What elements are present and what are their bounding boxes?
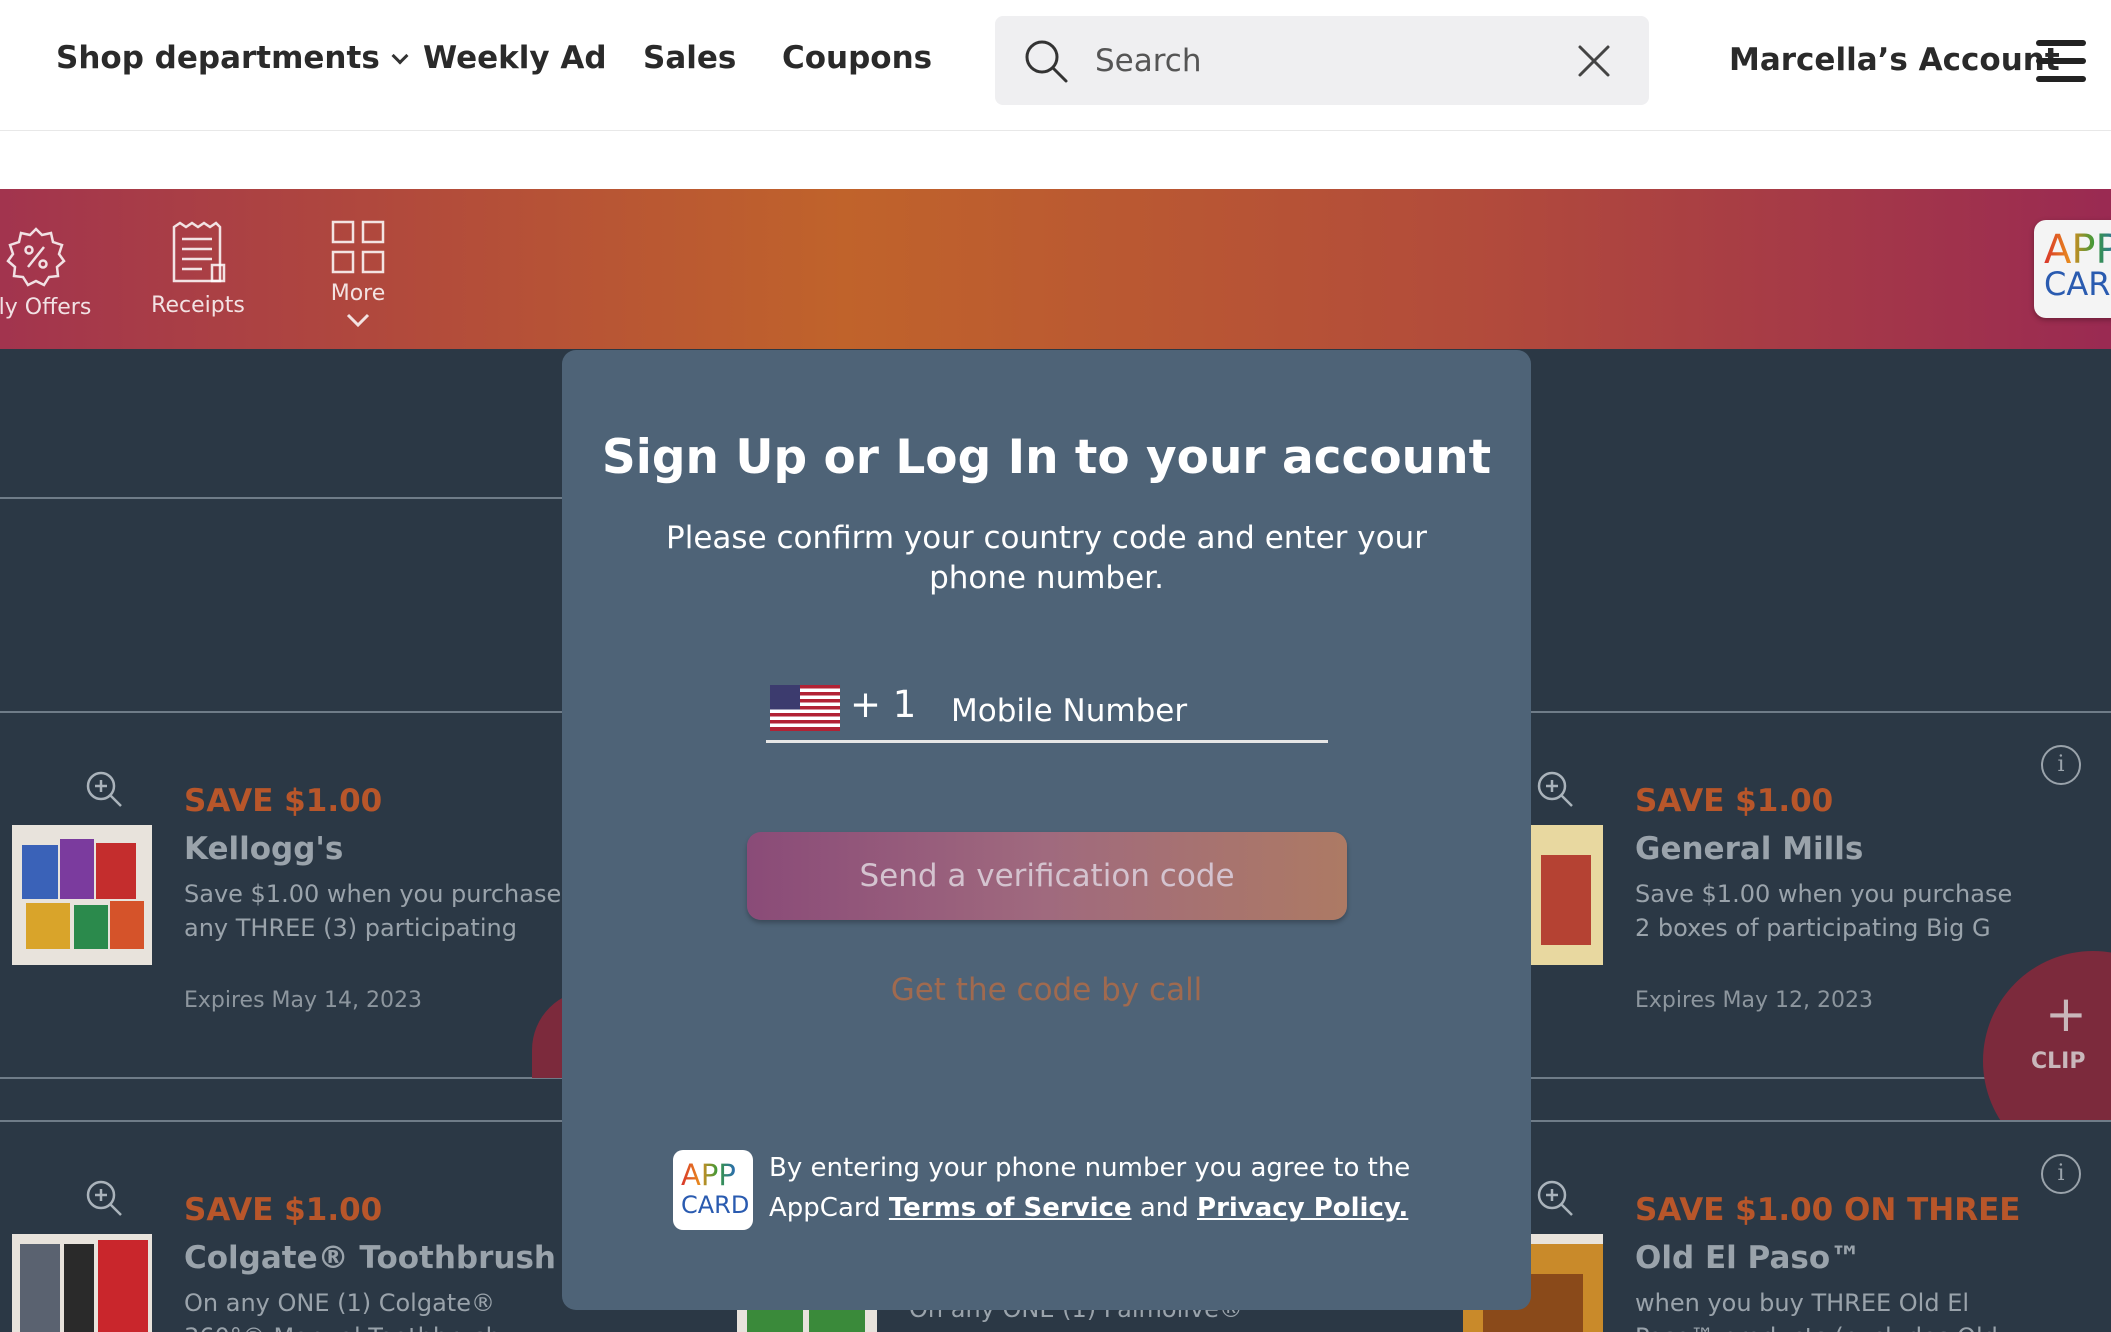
search-input[interactable] [1095,16,1555,105]
coupon-description: when you buy THREE Old El Paso™ products… [1635,1289,1998,1332]
band-item-more[interactable]: More [318,219,398,334]
nav-coupons[interactable]: Coupons [782,40,932,76]
nav-shop-departments[interactable]: Shop departments [56,40,409,76]
legal-notice: By entering your phone number you agree … [769,1148,1449,1228]
coupon-brand: Kellogg's [184,831,344,867]
search-bar [995,16,1649,105]
coupon-savings: SAVE $1.00 [184,1192,383,1228]
band-item-receipts[interactable]: Receipts [148,221,248,318]
plus-icon: + [2045,985,2087,1043]
coupon-card[interactable]: SAVE $1.00 Kellogg's Save $1.00 when you… [0,711,562,1079]
appcard-logo-text: APP [2044,230,2111,270]
close-icon[interactable] [1577,44,1611,78]
appcard-logo-subtext: CARD [2044,265,2111,303]
band-item-my-offers[interactable]: ly Offers [0,225,100,320]
chevron-down-icon [346,313,370,328]
nav-sales[interactable]: Sales [643,40,736,76]
clip-label: CLIP [2031,1049,2086,1074]
coupon-expiry: Expires May 14, 2023 [184,988,422,1013]
coupon-card[interactable]: SAVE $1.00 General Mills Save $1.00 when… [1531,711,2111,1171]
privacy-policy-link[interactable]: Privacy Policy. [1197,1193,1408,1223]
modal-subtitle: Please confirm your country code and ent… [666,520,1427,596]
country-code[interactable]: + 1 [850,683,916,726]
coupon-brand: Colgate® Toothbrush or [184,1240,604,1276]
terms-of-service-link[interactable]: Terms of Service [889,1193,1132,1223]
coupon-expiry: Expires May 12, 2023 [1635,988,1873,1013]
coupon-description: On any ONE (1) Colgate® 360°® Manual Too… [184,1289,501,1332]
account-link[interactable]: Marcella’s Account [1729,42,2060,78]
hamburger-menu-icon[interactable] [2036,40,2086,82]
receipt-icon [172,221,226,283]
chevron-down-icon [391,47,409,65]
nav-shop-departments-label: Shop departments [56,40,380,76]
product-image [12,1234,152,1332]
coupon-savings: SAVE $1.00 [184,783,383,819]
divider [0,497,562,499]
top-navigation-bar: Shop departments Weekly Ad Sales Coupons… [0,0,2111,131]
coupon-savings: SAVE $1.00 ON THREE [1635,1192,2021,1228]
zoom-in-icon[interactable] [84,1178,124,1218]
appcard-logo: APP CARD [673,1150,753,1230]
coupon-description: Save $1.00 when you purchase 2 boxes of … [1635,880,2013,949]
zoom-in-icon[interactable] [84,769,124,809]
login-modal: Sign Up or Log In to your account Please… [562,350,1531,1310]
band-item-my-offers-label: ly Offers [0,295,92,320]
coupon-brand: General Mills [1635,831,1864,867]
band-item-receipts-label: Receipts [151,293,245,318]
modal-title: Sign Up or Log In to your account [601,430,1492,485]
band-item-more-label: More [330,281,386,306]
percent-badge-icon [6,227,66,287]
info-icon[interactable]: i [2041,745,2081,785]
coupon-card[interactable]: SAVE $1.00 ON THREE Old El Paso™ when yo… [1429,1120,2111,1332]
zoom-in-icon[interactable] [1535,1178,1575,1218]
search-icon[interactable] [1023,38,1069,84]
coupon-description: Save $1.00 when you purchase any THREE (… [184,880,562,949]
product-image [1531,825,1603,965]
coupon-brand: Old El Paso™ [1635,1240,1862,1276]
product-image [12,825,152,965]
get-code-by-call-link[interactable]: Get the code by call [562,972,1531,1008]
legal-and: and [1139,1193,1189,1223]
zoom-in-icon[interactable] [1535,769,1575,809]
appcard-logo-text: APP [681,1158,736,1192]
account-shortcuts-band: ly Offers Receipts More [0,189,2111,349]
appcard-logo-subtext: CARD [681,1191,750,1219]
coupon-savings: SAVE $1.00 [1635,783,1834,819]
info-icon[interactable]: i [2041,1154,2081,1194]
us-flag-icon[interactable] [770,685,840,731]
nav-weekly-ad[interactable]: Weekly Ad [423,40,607,76]
phone-number-field: + 1 [766,683,1328,743]
mobile-number-input[interactable] [951,683,1321,739]
appcard-logo-badge[interactable]: APP CARD [2034,220,2111,318]
send-verification-code-button[interactable]: Send a verification code [747,832,1347,920]
grid-icon [331,220,385,274]
